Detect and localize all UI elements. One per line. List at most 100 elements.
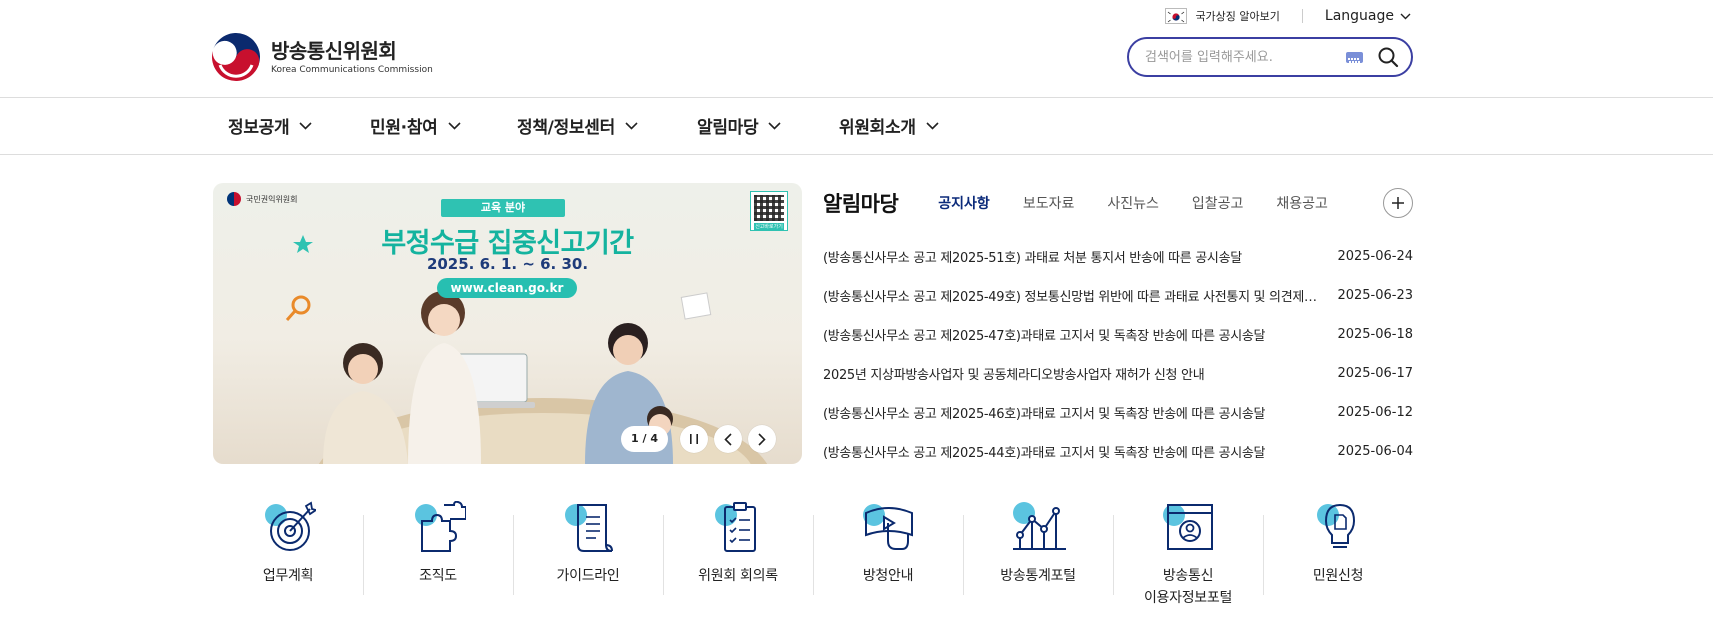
slide-pager: 1 / 4 [621, 426, 668, 452]
chevron-down-icon [625, 121, 638, 130]
main-navigation: 정보공개 민원·참여 정책/정보센터 알림마당 위원회소개 [0, 98, 1713, 155]
utility-bar: 국가상징 알아보기 Language [1165, 6, 1411, 26]
list-item[interactable]: (방송통신사무소 공고 제2025-47호)과태료 고지서 및 독촉장 반송에 … [823, 315, 1413, 354]
site-logo[interactable]: 방송통신위원회 Korea Communications Commission [211, 32, 433, 82]
notice-item-title: 2025년 지상파방송사업자 및 공동체라디오방송사업자 재허가 신청 안내 [823, 368, 1205, 383]
nav-item-label: 알림마당 [697, 118, 759, 138]
quick-link-user-info-portal[interactable]: 방송통신 이용자정보포털 [1113, 497, 1263, 607]
divider [1301, 9, 1303, 23]
tab-photo-news[interactable]: 사진뉴스 [1107, 193, 1159, 213]
puzzle-icon [415, 501, 466, 552]
quick-link-label: 조직도 [419, 568, 457, 584]
chevron-down-icon [447, 121, 461, 130]
quick-link-label: 방송통계포털 [1000, 568, 1076, 584]
search-input[interactable] [1145, 49, 1346, 65]
quick-link-guidelines[interactable]: 가이드라인 [513, 497, 663, 607]
org-emblem-icon [227, 192, 241, 206]
promo-banner[interactable]: 국민권익위원회 교육 분야 부정수급 집중신고기간 2025. 6. 1. ~ … [213, 183, 802, 464]
list-item[interactable]: (방송통신사무소 공고 제2025-46호)과태료 고지서 및 독촉장 반송에 … [823, 393, 1413, 432]
national-symbol-link[interactable]: 국가상징 알아보기 [1195, 8, 1279, 24]
notice-header: 알림마당 공지사항 보도자료 사진뉴스 입찰공고 채용공고 [823, 183, 1413, 223]
banner-date: 2025. 6. 1. ~ 6. 30. [426, 255, 589, 273]
pause-button[interactable] [679, 425, 708, 453]
quick-link-label: 위원회 회의록 [698, 568, 778, 584]
target-icon [265, 501, 316, 551]
quick-link-meeting-minutes[interactable]: 위원회 회의록 [663, 497, 813, 607]
banner-controls: 1 / 4 [621, 425, 776, 453]
notice-item-title: (방송통신사무소 공고 제2025-46호)과태료 고지서 및 독촉장 반송에 … [823, 407, 1266, 422]
user-window-icon [1163, 504, 1213, 550]
line-chart-icon [1013, 502, 1066, 550]
korean-flag-icon [1165, 8, 1188, 24]
language-selector[interactable]: Language [1325, 8, 1411, 24]
clipboard-icon [715, 502, 756, 552]
chevron-left-icon [724, 432, 732, 446]
notice-item-title: (방송통신사무소 공고 제2025-49호) 정보통신망법 위반에 따른 과태료… [823, 290, 1323, 305]
virtual-keyboard-icon[interactable] [1346, 51, 1363, 65]
quick-links: 업무계획 조직도 가이드라인 위원회 회의록 방청안내 방송통계포털 방송통신 … [213, 497, 1413, 607]
quick-link-label: 가이드라인 [556, 568, 620, 584]
plus-icon [1392, 197, 1404, 209]
quick-link-work-plan[interactable]: 업무계획 [213, 497, 363, 607]
nav-item-label: 정보공개 [228, 118, 290, 138]
logo-korean-name: 방송통신위원회 [271, 39, 397, 63]
next-slide-button[interactable] [747, 425, 776, 453]
language-label: Language [1324, 8, 1394, 24]
nav-item-label: 정책/정보센터 [517, 118, 615, 138]
banner-org-label: 국민권익위원회 [227, 192, 298, 206]
nav-item-info-disclosure[interactable]: 정보공개 [228, 113, 312, 138]
notice-board: 알림마당 공지사항 보도자료 사진뉴스 입찰공고 채용공고 (방송통신사무소 공… [823, 183, 1413, 461]
nav-item-label: 민원·참여 [370, 118, 438, 138]
chevron-down-icon [299, 121, 312, 130]
notice-title: 알림마당 [823, 192, 899, 216]
notice-item-title: (방송통신사무소 공고 제2025-51호) 과태료 처분 통지서 반송에 따른… [823, 251, 1242, 266]
notice-item-title: (방송통신사무소 공고 제2025-47호)과태료 고지서 및 독촉장 반송에 … [823, 329, 1266, 344]
list-item[interactable]: 2025년 지상파방송사업자 및 공동체라디오방송사업자 재허가 신청 안내 20… [823, 354, 1413, 393]
hand-touch-icon [863, 504, 913, 550]
chevron-down-icon [1400, 13, 1411, 19]
list-item[interactable]: (방송통신사무소 공고 제2025-49호) 정보통신망법 위반에 따른 과태료… [823, 276, 1413, 315]
nav-item-civil-participation[interactable]: 민원·참여 [370, 113, 461, 138]
quick-link-label: 업무계획 [262, 568, 314, 584]
prev-slide-button[interactable] [713, 425, 742, 453]
nav-item-policy-center[interactable]: 정책/정보센터 [517, 113, 638, 138]
notice-item-date: 2025-06-04 [1337, 444, 1413, 459]
nav-item-news[interactable]: 알림마당 [697, 113, 781, 138]
list-item[interactable]: (방송통신사무소 공고 제2025-44호)과태료 고지서 및 독촉장 반송에 … [823, 432, 1413, 471]
site-header: 방송통신위원회 Korea Communications Commission … [0, 0, 1713, 98]
tab-bids[interactable]: 입찰공고 [1192, 193, 1244, 213]
notice-item-title: (방송통신사무소 공고 제2025-44호)과태료 고지서 및 독촉장 반송에 … [823, 446, 1266, 461]
notice-item-date: 2025-06-17 [1337, 366, 1413, 381]
chevron-down-icon [768, 121, 781, 130]
more-button[interactable] [1383, 188, 1413, 218]
chevron-right-icon [758, 432, 766, 446]
notice-list: (방송통신사무소 공고 제2025-51호) 과태료 처분 통지서 반송에 따른… [823, 237, 1413, 471]
pause-icon [689, 434, 698, 444]
quick-link-civil-petition[interactable]: 민원신청 [1263, 497, 1413, 607]
qr-code: 신고바로가기 [750, 191, 788, 231]
quick-link-label: 방송통신 이용자정보포털 [1143, 568, 1233, 606]
document-bulb-icon [1317, 503, 1356, 548]
banner-url: www.clean.go.kr [437, 278, 577, 298]
government-emblem-icon [212, 33, 260, 81]
banner-tag: 교육 분야 [441, 199, 565, 217]
tab-press-releases[interactable]: 보도자료 [1023, 193, 1075, 213]
nav-item-label: 위원회소개 [839, 118, 916, 138]
quick-link-broadcast-stats-portal[interactable]: 방송통계포털 [963, 497, 1113, 607]
notice-item-date: 2025-06-12 [1337, 405, 1413, 420]
chevron-down-icon [926, 121, 939, 130]
search-box [1127, 37, 1413, 77]
search-icon[interactable] [1377, 46, 1399, 68]
logo-english-name: Korea Communications Commission [271, 65, 433, 75]
tab-recruitment[interactable]: 채용공고 [1276, 193, 1328, 213]
notice-item-date: 2025-06-18 [1337, 327, 1413, 342]
quick-link-org-chart[interactable]: 조직도 [363, 497, 513, 607]
quick-link-label: 방청안내 [862, 568, 914, 584]
quick-link-attendance-guide[interactable]: 방청안내 [813, 497, 963, 607]
quick-link-label: 민원신청 [1312, 568, 1364, 584]
list-item[interactable]: (방송통신사무소 공고 제2025-51호) 과태료 처분 통지서 반송에 따른… [823, 237, 1413, 276]
scroll-icon [565, 504, 613, 552]
tab-notices[interactable]: 공지사항 [938, 193, 990, 213]
notice-item-date: 2025-06-23 [1337, 288, 1413, 303]
nav-item-about-commission[interactable]: 위원회소개 [839, 113, 939, 138]
